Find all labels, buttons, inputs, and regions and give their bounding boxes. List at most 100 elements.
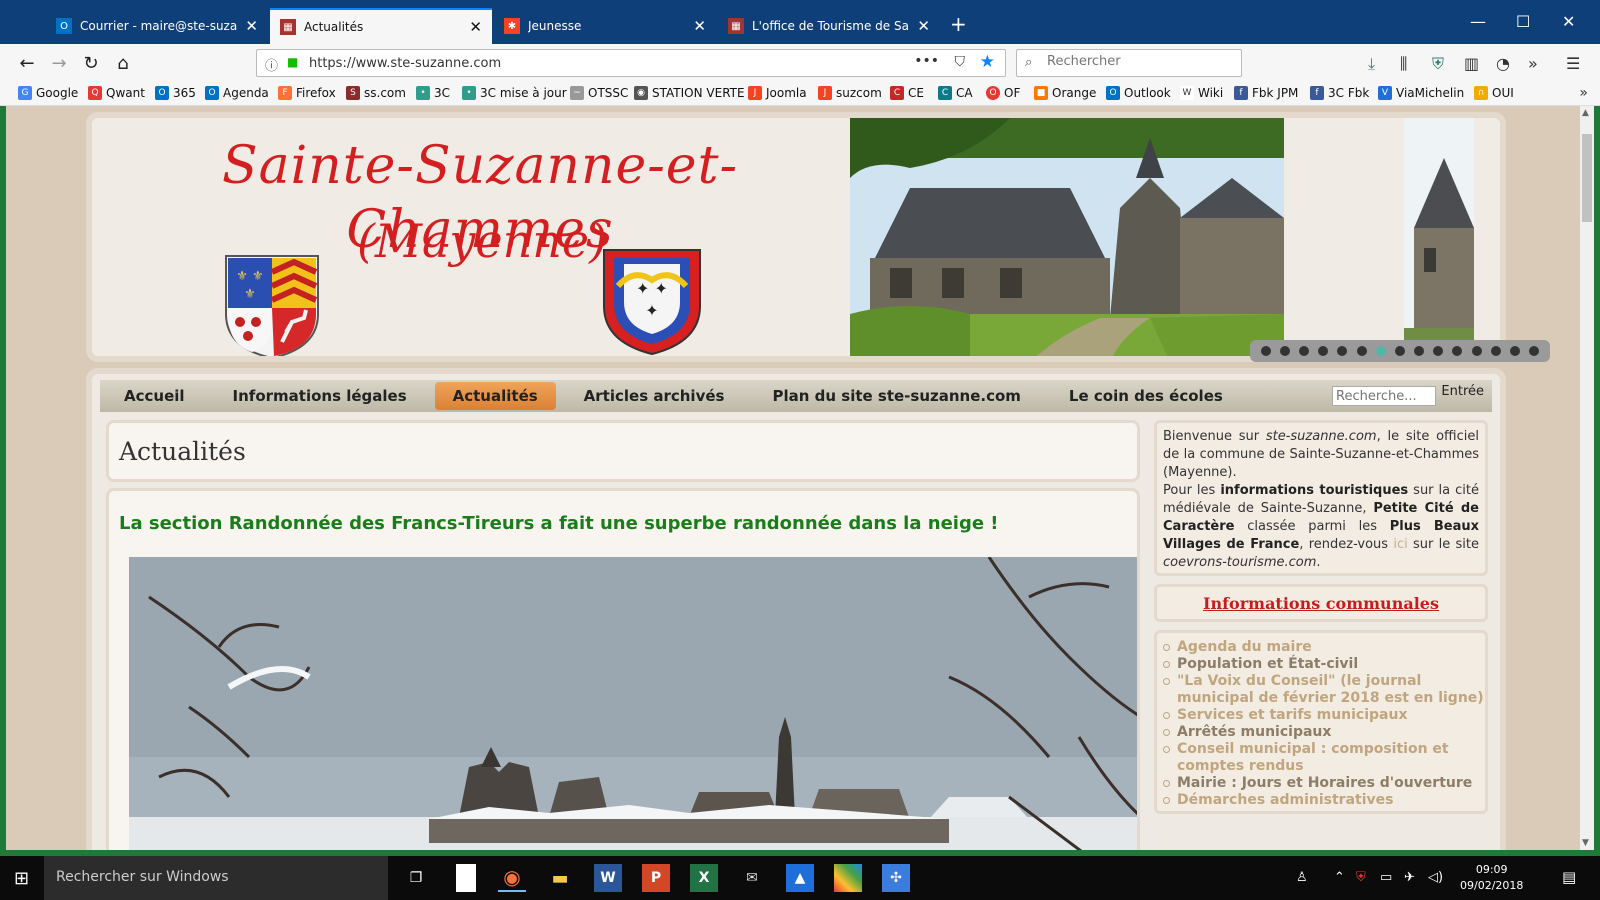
close-tab-icon[interactable]: ✕ (693, 17, 706, 35)
tab-courrier[interactable]: O Courrier - maire@ste-suzanne. ✕ (46, 8, 268, 44)
library-icon[interactable]: ⫼ (1400, 54, 1407, 74)
url-text[interactable]: https://www.ste-suzanne.com (309, 56, 501, 71)
hamburger-menu-icon[interactable]: ☰ (1566, 54, 1580, 73)
shield-icon[interactable]: ⛨ (1432, 54, 1444, 74)
sync-icon[interactable]: ◔ (1496, 54, 1510, 73)
task-view-icon[interactable]: ❐ (402, 864, 430, 892)
bookmark-orange[interactable]: ■ Orange (1034, 86, 1096, 100)
powerpoint-icon[interactable]: P (642, 864, 670, 892)
bookmark-star-icon[interactable]: ★ (980, 52, 995, 72)
battery-icon[interactable]: ▭ (1380, 870, 1392, 885)
download-icon[interactable]: ⤓ (1368, 54, 1375, 74)
bookmark-3c[interactable]: • 3C (416, 86, 450, 100)
tab-actualites[interactable]: ▦ Actualités ✕ (270, 8, 492, 44)
browser-search-input[interactable] (1047, 54, 1232, 69)
slideshow-dot[interactable] (1356, 346, 1367, 356)
slideshow-dot[interactable] (1375, 346, 1386, 356)
url-bar[interactable]: ⓘ ■ https://www.ste-suzanne.com ••• ⛉ ★ (256, 49, 1006, 77)
menu-item-articles-archives[interactable]: Articles archivés (560, 380, 749, 412)
slideshow-dot[interactable] (1433, 346, 1444, 356)
tray-chevron-icon[interactable]: ⌃ (1334, 870, 1345, 885)
slideshow-dot[interactable] (1279, 346, 1290, 356)
slideshow-dot[interactable] (1260, 346, 1271, 356)
new-tab-icon[interactable]: + (950, 12, 967, 36)
slideshow-dot[interactable] (1490, 346, 1501, 356)
bookmark-oui[interactable]: ∩ OUI (1474, 86, 1514, 100)
menu-item-actualites[interactable]: Actualités (434, 382, 556, 410)
close-tab-icon[interactable]: ✕ (917, 17, 930, 35)
scroll-up-icon[interactable]: ▲ (1582, 108, 1589, 118)
bookmark-viamichelin[interactable]: V ViaMichelin (1378, 86, 1464, 100)
slideshow-dot[interactable] (1394, 346, 1405, 356)
color-app-icon[interactable] (834, 864, 862, 892)
browser-search-bar[interactable]: ⌕ (1016, 49, 1242, 77)
notification-icon[interactable]: ▤ (1562, 868, 1576, 886)
bookmark-3c-mise-a-jour[interactable]: • 3C mise à jour (462, 86, 567, 100)
link-mairie-horaires[interactable]: Mairie : Jours et Horaires d'ouverture (1163, 775, 1485, 792)
slideshow-dot[interactable] (1414, 346, 1425, 356)
link-voix-du-conseil[interactable]: "La Voix du Conseil" (le journal municip… (1163, 673, 1485, 707)
site-search-button[interactable]: Entrée (1441, 384, 1484, 399)
network-app-icon[interactable]: ✣ (882, 864, 910, 892)
minimize-icon[interactable]: — (1470, 12, 1486, 31)
app-icon[interactable]: ✉ (738, 864, 766, 892)
bookmark-joomla[interactable]: J Joomla (748, 86, 807, 100)
lock-icon[interactable]: ■ (287, 55, 298, 69)
slideshow-dot[interactable] (1452, 346, 1463, 356)
menu-item-plan-du-site[interactable]: Plan du site ste-suzanne.com (748, 380, 1044, 412)
sidebar-icon[interactable]: ▥ (1464, 54, 1479, 73)
bookmark-wiki[interactable]: W Wiki (1180, 86, 1223, 100)
volume-icon[interactable]: ◁) (1428, 870, 1443, 885)
bookmark-fbk-jpm[interactable]: f Fbk JPM (1234, 86, 1298, 100)
close-tab-icon[interactable]: ✕ (245, 17, 258, 35)
reload-icon[interactable]: ↻ (76, 49, 106, 77)
notepad-icon[interactable] (456, 864, 476, 892)
menu-item-coin-des-ecoles[interactable]: Le coin des écoles (1045, 380, 1247, 412)
back-icon[interactable]: ← (12, 49, 42, 77)
bookmark-ca[interactable]: C CA (938, 86, 973, 100)
tab-office-tourisme[interactable]: ▦ L'office de Tourisme de Sainte- ✕ (718, 8, 940, 44)
slideshow-dot[interactable] (1510, 346, 1521, 356)
bookmark-ss-com[interactable]: Sss.com (346, 86, 406, 100)
informations-communales-heading[interactable]: Informations communales (1203, 594, 1439, 613)
bookmark-of[interactable]: O OF (986, 86, 1020, 100)
tab-jeunesse[interactable]: ✱ Jeunesse ✕ (494, 8, 716, 44)
bookmark-outlook[interactable]: O Outlook (1106, 86, 1171, 100)
pocket-icon[interactable]: ⛉ (955, 54, 966, 70)
bookmark-firefox[interactable]: F Firefox (278, 86, 336, 100)
menu-item-informations-legales[interactable]: Informations légales (209, 380, 431, 412)
link-services-tarifs[interactable]: Services et tarifs municipaux (1163, 707, 1485, 724)
slideshow-photo-manor[interactable] (850, 118, 1284, 362)
word-icon[interactable]: W (594, 864, 622, 892)
link-conseil-municipal[interactable]: Conseil municipal : composition et compt… (1163, 741, 1485, 775)
bookmark-suzcom[interactable]: Jsuzcom (818, 86, 882, 100)
bookmark-qwant[interactable]: Q Qwant (88, 86, 145, 100)
windows-start-icon[interactable]: ⊞ (14, 868, 29, 889)
bookmark-google[interactable]: G Google (18, 86, 78, 100)
windows-search-box[interactable]: Rechercher sur Windows (44, 856, 388, 900)
app-blue-icon[interactable]: ▲ (786, 864, 814, 892)
bookmark-agenda[interactable]: O Agenda (205, 86, 269, 100)
slideshow-dot[interactable] (1529, 346, 1540, 356)
people-icon[interactable]: ♙ (1296, 870, 1308, 885)
menu-item-accueil[interactable]: Accueil (100, 380, 209, 412)
article-title[interactable]: La section Randonnée des Francs-Tireurs … (119, 513, 999, 534)
link-arretes-municipaux[interactable]: Arrêtés municipaux (1163, 724, 1485, 741)
slideshow-dot[interactable] (1471, 346, 1482, 356)
page-actions-icon[interactable]: ••• (914, 53, 939, 69)
info-icon[interactable]: ⓘ (265, 55, 278, 74)
slideshow-dot[interactable] (1298, 346, 1309, 356)
overflow-chevron-icon[interactable]: » (1528, 54, 1538, 73)
file-explorer-icon[interactable]: ▬ (546, 864, 574, 892)
bookmark-otssc[interactable]: ~ OTSSC (570, 86, 628, 100)
slideshow-dot[interactable] (1337, 346, 1348, 356)
close-window-icon[interactable]: ✕ (1562, 12, 1575, 31)
bookmark-ce[interactable]: C CE (890, 86, 924, 100)
bookmark-3c-fbk[interactable]: f 3C Fbk (1310, 86, 1369, 100)
page-scrollbar[interactable]: ▲ ▼ (1580, 106, 1594, 850)
link-demarches-administratives[interactable]: Démarches administratives (1163, 792, 1485, 809)
scrollbar-thumb[interactable] (1582, 134, 1592, 222)
antivirus-icon[interactable]: ⛨ (1356, 870, 1366, 885)
clock[interactable]: 09:09 09/02/2018 (1460, 862, 1523, 894)
bookmark-365[interactable]: O 365 (155, 86, 196, 100)
